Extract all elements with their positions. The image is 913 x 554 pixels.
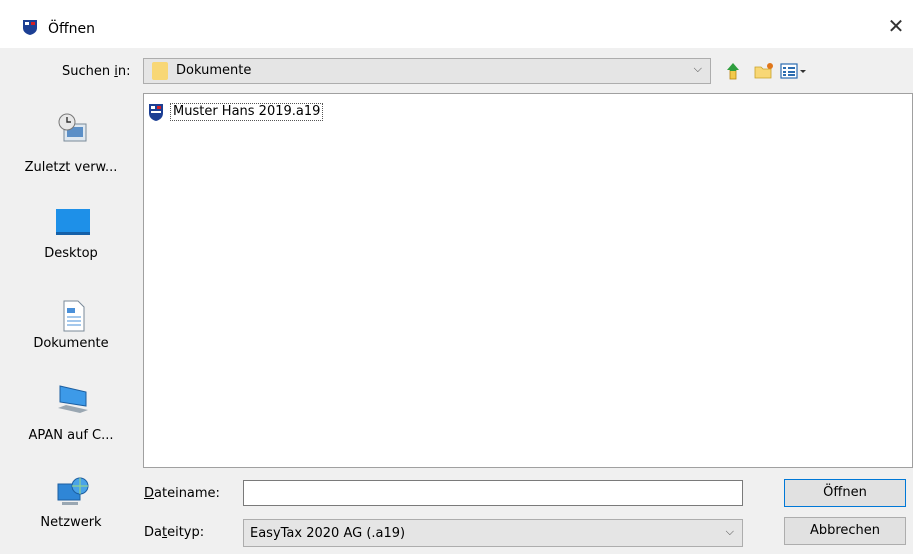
place-label: APAN auf C... <box>28 428 114 443</box>
place-documents[interactable]: Dokumente <box>0 272 142 360</box>
filetype-label: Dateityp: <box>144 525 205 540</box>
filename-label: Dateiname: <box>144 486 220 501</box>
filename-input[interactable] <box>243 480 743 506</box>
place-label: Dokumente <box>33 336 109 351</box>
up-folder-icon <box>727 63 739 80</box>
close-icon: ✕ <box>887 14 905 38</box>
file-list[interactable]: Muster Hans 2019.a19 <box>143 93 913 468</box>
place-label: Netzwerk <box>40 515 102 530</box>
filetype-value: EasyTax 2020 AG (.a19) <box>250 526 406 541</box>
recent-icon <box>58 113 87 142</box>
new-folder-button[interactable] <box>754 62 774 80</box>
view-menu-button[interactable] <box>780 62 808 80</box>
filetype-dropdown[interactable]: EasyTax 2020 AG (.a19) ⌵ <box>243 519 743 547</box>
desktop-icon <box>56 209 90 235</box>
look-in-value: Dokumente <box>176 63 252 78</box>
easytax-app-icon <box>23 20 37 35</box>
easytax-file-icon <box>149 104 163 121</box>
place-label: Zuletzt verw... <box>24 160 118 175</box>
cancel-button[interactable]: Abbrechen <box>784 517 906 545</box>
open-button[interactable]: Öffnen <box>784 479 906 507</box>
file-name: Muster Hans 2019.a19 <box>170 103 324 121</box>
chevron-down-icon: ⌵ <box>725 525 734 538</box>
network-icon <box>57 477 89 505</box>
view-menu-icon <box>780 63 806 79</box>
documents-icon <box>63 300 85 332</box>
title-bar: Öffnen ✕ <box>0 0 913 48</box>
place-recent[interactable]: Zuletzt verw... <box>0 92 142 180</box>
up-folder-button[interactable] <box>724 62 744 80</box>
place-network[interactable]: Netzwerk <box>0 460 142 548</box>
close-button[interactable]: ✕ <box>879 10 913 44</box>
look-in-label: Suchen in: <box>62 64 131 79</box>
folder-icon <box>152 62 168 80</box>
new-folder-icon <box>754 63 773 79</box>
chevron-down-icon: ⌵ <box>693 62 702 75</box>
place-computer[interactable]: APAN auf C... <box>0 364 142 452</box>
place-desktop[interactable]: Desktop <box>0 184 142 272</box>
computer-icon <box>58 385 88 413</box>
place-label: Desktop <box>44 246 98 261</box>
look-in-dropdown[interactable]: Dokumente ⌵ <box>143 58 711 84</box>
window-title: Öffnen <box>48 21 96 37</box>
places-bar: Zuletzt verw... Desktop Dokumente APAN a… <box>0 92 142 554</box>
